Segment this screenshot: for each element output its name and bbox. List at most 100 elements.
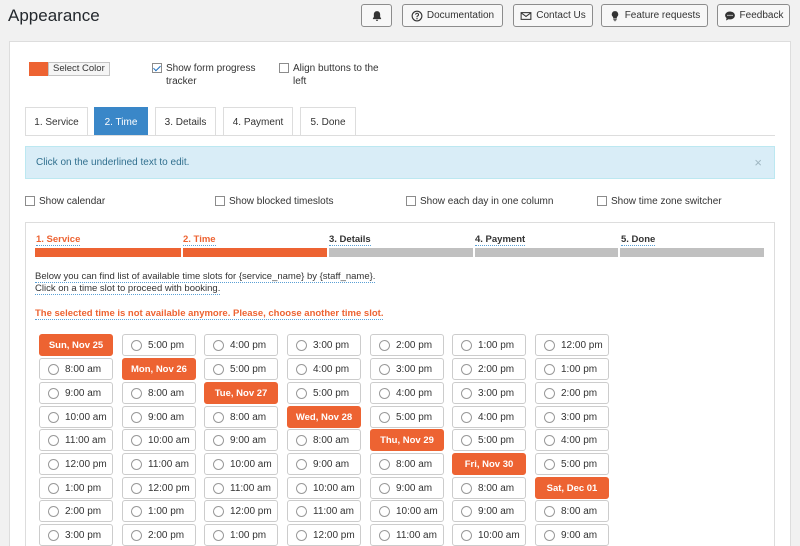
time-slot[interactable]: 12:00 pm: [122, 477, 196, 499]
time-slot[interactable]: 10:00 am: [204, 453, 278, 475]
radio-icon[interactable]: [48, 482, 59, 494]
radio-icon[interactable]: [379, 411, 390, 423]
time-slot[interactable]: 9:00 am: [452, 500, 526, 522]
show-progress-tracker-checkbox[interactable]: [152, 63, 162, 73]
time-slot[interactable]: 12:00 pm: [204, 500, 278, 522]
time-slot[interactable]: 2:00 pm: [535, 382, 609, 404]
radio-icon[interactable]: [213, 505, 224, 517]
time-slot[interactable]: 9:00 am: [535, 524, 609, 546]
time-slot[interactable]: 5:00 pm: [452, 429, 526, 451]
radio-icon[interactable]: [296, 363, 307, 375]
time-slot[interactable]: 10:00 am: [370, 500, 444, 522]
time-slot[interactable]: 11:00 am: [122, 453, 196, 475]
radio-icon[interactable]: [379, 339, 390, 351]
progress-step-payment[interactable]: 4. Payment: [475, 234, 526, 246]
radio-icon[interactable]: [213, 363, 224, 375]
time-slot[interactable]: 10:00 am: [39, 406, 113, 428]
time-slot[interactable]: 9:00 am: [370, 477, 444, 499]
time-slot[interactable]: 12:00 pm: [39, 453, 113, 475]
radio-icon[interactable]: [131, 434, 142, 446]
radio-icon[interactable]: [131, 458, 142, 470]
time-slot[interactable]: 4:00 pm: [204, 334, 278, 356]
time-slot[interactable]: 8:00 am: [452, 477, 526, 499]
contact-us-button[interactable]: Contact Us: [513, 4, 593, 27]
radio-icon[interactable]: [379, 482, 390, 494]
radio-icon[interactable]: [48, 458, 59, 470]
time-slot[interactable]: 5:00 pm: [204, 358, 278, 380]
radio-icon[interactable]: [296, 387, 307, 399]
time-slot[interactable]: 3:00 pm: [39, 524, 113, 546]
radio-icon[interactable]: [131, 482, 142, 494]
time-slot[interactable]: 10:00 am: [122, 429, 196, 451]
radio-icon[interactable]: [379, 505, 390, 517]
time-slot[interactable]: 5:00 pm: [370, 406, 444, 428]
radio-icon[interactable]: [48, 434, 59, 446]
radio-icon[interactable]: [461, 482, 472, 494]
radio-icon[interactable]: [213, 434, 224, 446]
time-slot[interactable]: 4:00 pm: [452, 406, 526, 428]
radio-icon[interactable]: [461, 434, 472, 446]
radio-icon[interactable]: [131, 339, 142, 351]
radio-icon[interactable]: [544, 339, 555, 351]
time-slot[interactable]: 9:00 am: [122, 406, 196, 428]
progress-step-time[interactable]: 2. Time: [183, 234, 216, 246]
time-slot[interactable]: 1:00 pm: [535, 358, 609, 380]
time-slot[interactable]: 5:00 pm: [287, 382, 361, 404]
radio-icon[interactable]: [296, 505, 307, 517]
time-slot[interactable]: 1:00 pm: [204, 524, 278, 546]
show-blocked-timeslots-checkbox[interactable]: [215, 196, 225, 206]
align-buttons-left-option[interactable]: Align buttons to the left: [279, 62, 379, 88]
notifications-button[interactable]: [361, 4, 392, 27]
time-slot[interactable]: 2:00 pm: [39, 500, 113, 522]
time-slot[interactable]: 3:00 pm: [370, 358, 444, 380]
show-blocked-timeslots-option[interactable]: Show blocked timeslots: [215, 195, 334, 208]
radio-icon[interactable]: [48, 387, 59, 399]
radio-icon[interactable]: [544, 387, 555, 399]
feature-requests-button[interactable]: Feature requests: [601, 4, 708, 27]
time-slot[interactable]: 12:00 pm: [287, 524, 361, 546]
time-slot[interactable]: 8:00 am: [287, 429, 361, 451]
radio-icon[interactable]: [296, 458, 307, 470]
documentation-button[interactable]: Documentation: [402, 4, 503, 27]
radio-icon[interactable]: [131, 411, 142, 423]
time-slot[interactable]: 11:00 am: [204, 477, 278, 499]
day-header[interactable]: Thu, Nov 29: [370, 429, 444, 451]
show-timezone-switcher-checkbox[interactable]: [597, 196, 607, 206]
radio-icon[interactable]: [461, 411, 472, 423]
time-slot[interactable]: 8:00 am: [535, 500, 609, 522]
time-slot[interactable]: 3:00 pm: [287, 334, 361, 356]
time-slot[interactable]: 11:00 am: [370, 524, 444, 546]
radio-icon[interactable]: [48, 529, 59, 541]
radio-icon[interactable]: [461, 339, 472, 351]
radio-icon[interactable]: [213, 482, 224, 494]
time-slot[interactable]: 1:00 pm: [122, 500, 196, 522]
radio-icon[interactable]: [296, 482, 307, 494]
tab-payment[interactable]: 4. Payment: [223, 107, 293, 136]
time-slot[interactable]: 5:00 pm: [535, 453, 609, 475]
day-header[interactable]: Wed, Nov 28: [287, 406, 361, 428]
radio-icon[interactable]: [131, 387, 142, 399]
info-line-2[interactable]: Click on a time slot to proceed with boo…: [35, 283, 221, 295]
time-slot[interactable]: 12:00 pm: [535, 334, 609, 356]
tab-done[interactable]: 5. Done: [300, 107, 356, 136]
close-icon[interactable]: ×: [754, 155, 762, 170]
radio-icon[interactable]: [461, 387, 472, 399]
radio-icon[interactable]: [213, 458, 224, 470]
time-slot[interactable]: 3:00 pm: [535, 406, 609, 428]
info-line-2-text[interactable]: Click on a time slot to proceed with boo…: [35, 283, 221, 295]
show-progress-tracker-option[interactable]: Show form progress tracker: [152, 62, 255, 88]
radio-icon[interactable]: [131, 529, 142, 541]
time-slot[interactable]: 1:00 pm: [39, 477, 113, 499]
time-slot[interactable]: 9:00 am: [287, 453, 361, 475]
time-slot[interactable]: 11:00 am: [287, 500, 361, 522]
tab-details[interactable]: 3. Details: [155, 107, 216, 136]
radio-icon[interactable]: [213, 529, 224, 541]
day-header[interactable]: Tue, Nov 27: [204, 382, 278, 404]
align-buttons-left-checkbox[interactable]: [279, 63, 289, 73]
show-calendar-checkbox[interactable]: [25, 196, 35, 206]
radio-icon[interactable]: [544, 363, 555, 375]
radio-icon[interactable]: [544, 411, 555, 423]
radio-icon[interactable]: [379, 529, 390, 541]
radio-icon[interactable]: [461, 505, 472, 517]
radio-icon[interactable]: [296, 434, 307, 446]
